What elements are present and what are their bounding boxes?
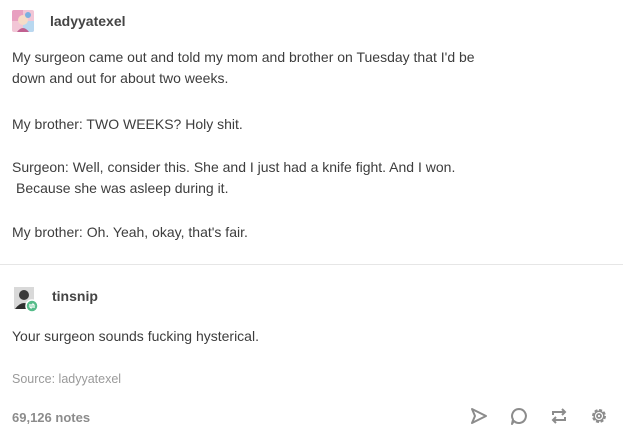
post-paragraph: My brother: Oh. Yeah, okay, that's fair. bbox=[12, 222, 607, 243]
settings-button[interactable] bbox=[587, 404, 611, 428]
reblog-avatar[interactable] bbox=[12, 287, 39, 313]
reblog-button[interactable] bbox=[547, 404, 571, 428]
post-paragraph: Surgeon: Well, consider this. She and I … bbox=[12, 157, 607, 199]
post-line: Surgeon: Well, consider this. She and I … bbox=[12, 159, 456, 175]
post-paragraph: My surgeon came out and told my mom and … bbox=[12, 47, 607, 89]
post-actions bbox=[467, 404, 611, 428]
post-line: My brother: TWO WEEKS? Holy shit. bbox=[12, 116, 243, 132]
reblog-line: Your surgeon sounds fucking hysterical. bbox=[12, 328, 259, 344]
reblog-header: tinsnip bbox=[12, 286, 98, 314]
share-icon bbox=[471, 408, 487, 424]
post-source-link[interactable]: Source: ladyyatexel bbox=[12, 372, 121, 386]
post-line: My surgeon came out and told my mom and … bbox=[12, 49, 475, 65]
post-line: My brother: Oh. Yeah, okay, that's fair. bbox=[12, 224, 248, 240]
reblog-divider bbox=[0, 264, 623, 265]
post-paragraph: My brother: TWO WEEKS? Holy shit. bbox=[12, 114, 607, 135]
notes-count[interactable]: 69,126 notes bbox=[12, 410, 90, 425]
settings-icon bbox=[592, 409, 606, 423]
reply-button[interactable] bbox=[507, 404, 531, 428]
post-line: down and out for about two weeks. bbox=[12, 70, 229, 86]
share-button[interactable] bbox=[467, 404, 491, 428]
post-header: ladyyatexel bbox=[12, 9, 126, 33]
reply-icon bbox=[511, 408, 527, 425]
post-line: Because she was asleep during it. bbox=[16, 180, 229, 196]
post-author-name[interactable]: ladyyatexel bbox=[50, 13, 126, 29]
reblog-author-name[interactable]: tinsnip bbox=[52, 288, 98, 304]
post-card: ladyyatexel My surgeon came out and told… bbox=[0, 0, 623, 438]
reblog-icon bbox=[551, 408, 567, 424]
author-avatar[interactable] bbox=[12, 10, 34, 32]
reblog-text: Your surgeon sounds fucking hysterical. bbox=[12, 326, 607, 347]
